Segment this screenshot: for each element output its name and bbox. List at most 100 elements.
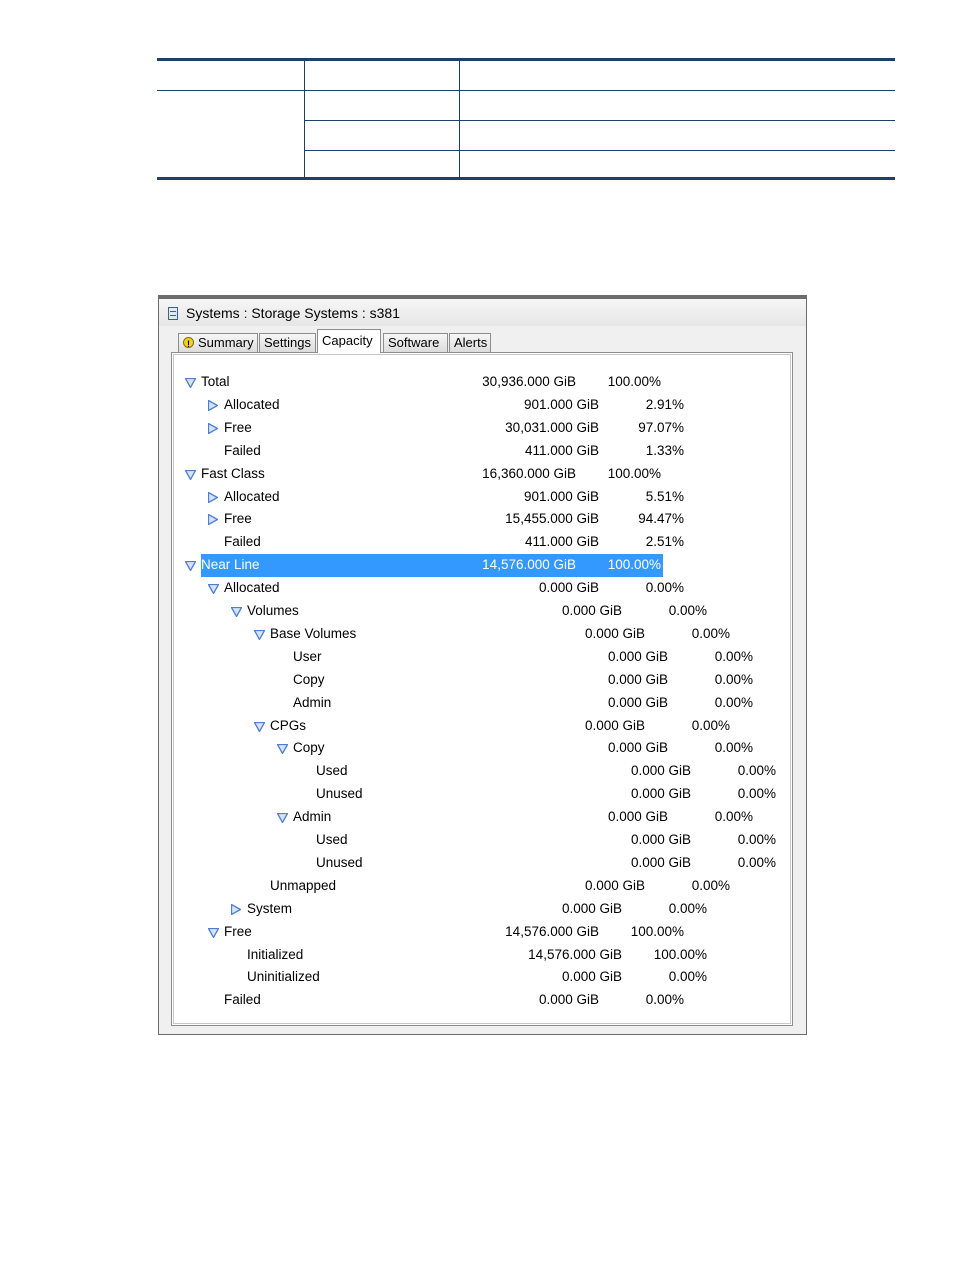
tree-row[interactable]: Failed 411.000 GiB 1.33% — [174, 440, 774, 463]
tree-row-size: 411.000 GiB — [524, 534, 599, 550]
tree-row[interactable]: Uninitialized 0.000 GiB 0.00% — [174, 966, 774, 989]
expand-triangle-down-icon[interactable] — [277, 744, 288, 755]
tree-row-percent: 0.00% — [691, 717, 730, 733]
expand-triangle-down-icon[interactable] — [254, 629, 265, 640]
tree-row-size: 0.000 GiB — [607, 671, 668, 687]
tree-row-size: 30,031.000 GiB — [505, 419, 599, 435]
tab-alerts[interactable]: Alerts — [449, 333, 491, 352]
tree-row-percent: 0.00% — [737, 854, 776, 870]
tab-settings[interactable]: Settings — [259, 333, 316, 352]
tree-row-size: 0.000 GiB — [561, 900, 622, 916]
expand-triangle-down-icon[interactable] — [208, 584, 219, 595]
tree-row-size: 0.000 GiB — [584, 717, 645, 733]
tree-row[interactable]: Allocated 901.000 GiB 5.51% — [174, 486, 774, 509]
tree-row-percent: 100.00% — [630, 923, 684, 939]
tab-settings-label: Settings — [264, 335, 311, 350]
expand-triangle-down-icon[interactable] — [231, 607, 242, 617]
tree-row[interactable]: Failed 411.000 GiB 2.51% — [174, 531, 774, 554]
tab-alerts-label: Alerts — [454, 335, 488, 350]
expand-triangle-right-icon[interactable] — [208, 399, 219, 411]
tree-row-percent: 100.00% — [607, 557, 661, 573]
tree-row-label: Volumes — [247, 603, 299, 618]
expand-triangle-down-icon[interactable] — [185, 561, 196, 572]
tree-row-percent: 0.00% — [714, 809, 753, 825]
expand-triangle-down-icon[interactable] — [277, 813, 288, 824]
tree-row[interactable]: Allocated 0.000 GiB 0.00% — [174, 577, 774, 600]
tree-row-size: 0.000 GiB — [561, 603, 622, 618]
tree-row[interactable]: Free 30,031.000 GiB 97.07% — [174, 417, 774, 440]
tree-row-label: Unused — [316, 854, 363, 870]
tree-row[interactable]: Base Volumes 0.000 GiB 0.00% — [174, 623, 774, 646]
tree-row-label: Copy — [293, 740, 325, 756]
table-row-divider — [157, 90, 895, 91]
tree-row-size: 0.000 GiB — [584, 625, 645, 641]
tree-row-label: Failed — [224, 992, 261, 1008]
tree-row-label: Admin — [293, 694, 332, 710]
tree-row-size: 901.000 GiB — [523, 396, 599, 412]
tree-row-label: Used — [316, 763, 348, 779]
expand-triangle-down-icon[interactable] — [254, 721, 265, 732]
tree-row[interactable]: Unmapped 0.000 GiB 0.00% — [174, 875, 774, 898]
tree-row[interactable]: Free 15,455.000 GiB 94.47% — [174, 508, 774, 531]
tree-row-size: 0.000 GiB — [607, 809, 668, 825]
tree-row-size: 0.000 GiB — [584, 877, 645, 893]
table-row-divider — [304, 120, 895, 121]
table-column-divider — [304, 61, 305, 177]
tree-row[interactable]: Failed 0.000 GiB 0.00% — [174, 989, 774, 1012]
tree-row-label: Copy — [293, 671, 325, 687]
tree-row-label: CPGs — [270, 717, 307, 733]
tree-row-size: 901.000 GiB — [523, 488, 599, 504]
tree-row-percent: 0.00% — [668, 900, 707, 916]
tree-row[interactable]: Used 0.000 GiB 0.00% — [174, 760, 776, 783]
tree-row-percent: 1.33% — [645, 442, 684, 458]
expand-triangle-down-icon[interactable] — [208, 927, 219, 938]
expand-triangle-right-icon[interactable] — [231, 903, 242, 915]
tree-row-percent: 0.00% — [668, 969, 707, 985]
table-column-divider — [459, 61, 460, 177]
tab-software[interactable]: Software — [383, 333, 448, 352]
tree-row-label: User — [293, 648, 322, 664]
tree-row[interactable]: Unused 0.000 GiB 0.00% — [174, 852, 776, 875]
tree-row[interactable]: Copy 0.000 GiB 0.00% — [174, 737, 774, 760]
tree-row-label: Allocated — [224, 580, 280, 596]
expand-triangle-right-icon[interactable] — [208, 514, 219, 526]
tree-row[interactable]: Free 14,576.000 GiB 100.00% — [174, 921, 774, 944]
tree-row-percent: 100.00% — [607, 374, 661, 389]
expand-triangle-right-icon[interactable] — [208, 491, 219, 503]
tree-row-percent: 0.00% — [645, 992, 684, 1008]
tab-summary[interactable]: Summary — [178, 333, 258, 353]
tree-row[interactable]: Unused 0.000 GiB 0.00% — [174, 783, 776, 806]
tree-row[interactable]: Near Line 14,576.000 GiB 100.00% — [174, 554, 774, 578]
tree-row-label: Initialized — [247, 946, 304, 962]
tree-row[interactable]: Admin 0.000 GiB 0.00% — [174, 806, 774, 829]
tree-row-size: 0.000 GiB — [607, 694, 668, 710]
expand-triangle-down-icon[interactable] — [185, 469, 196, 480]
tab-capacity[interactable]: Capacity — [317, 329, 381, 353]
tree-row[interactable]: CPGs 0.000 GiB 0.00% — [174, 715, 774, 738]
tree-row-label: Near Line — [201, 557, 260, 573]
tree-row[interactable]: Admin 0.000 GiB 0.00% — [174, 692, 774, 715]
tree-row-label: Base Volumes — [270, 625, 357, 641]
tree-row-size: 0.000 GiB — [630, 763, 691, 779]
tree-row[interactable]: Fast Class 16,360.000 GiB 100.00% — [174, 463, 774, 486]
tree-row[interactable]: User 0.000 GiB 0.00% — [174, 646, 774, 669]
tree-row[interactable]: Initialized 14,576.000 GiB 100.00% — [174, 944, 774, 967]
table-row-divider — [304, 150, 895, 151]
expand-triangle-down-icon[interactable] — [185, 378, 196, 388]
tree-row[interactable]: System 0.000 GiB 0.00% — [174, 898, 774, 921]
tree-row-size: 0.000 GiB — [630, 786, 691, 802]
tree-row-percent: 0.00% — [714, 671, 753, 687]
expand-triangle-right-icon[interactable] — [208, 422, 219, 434]
tree-row-label: System — [247, 900, 293, 916]
tree-row-label: Uninitialized — [247, 969, 320, 985]
tree-row[interactable]: Total 30,936.000 GiB 100.00% — [174, 371, 774, 394]
tree-row[interactable]: Volumes 0.000 GiB 0.00% — [174, 600, 774, 623]
tree-row-label: Failed — [224, 442, 261, 458]
tree-row-label: Allocated — [224, 488, 280, 504]
tree-row-percent: 2.51% — [645, 534, 684, 550]
tree-row[interactable]: Used 0.000 GiB 0.00% — [174, 829, 776, 852]
tree-row-label: Free — [224, 923, 252, 939]
tab-summary-label: Summary — [198, 335, 254, 350]
tree-row[interactable]: Copy 0.000 GiB 0.00% — [174, 669, 774, 692]
tree-row[interactable]: Allocated 901.000 GiB 2.91% — [174, 394, 774, 417]
